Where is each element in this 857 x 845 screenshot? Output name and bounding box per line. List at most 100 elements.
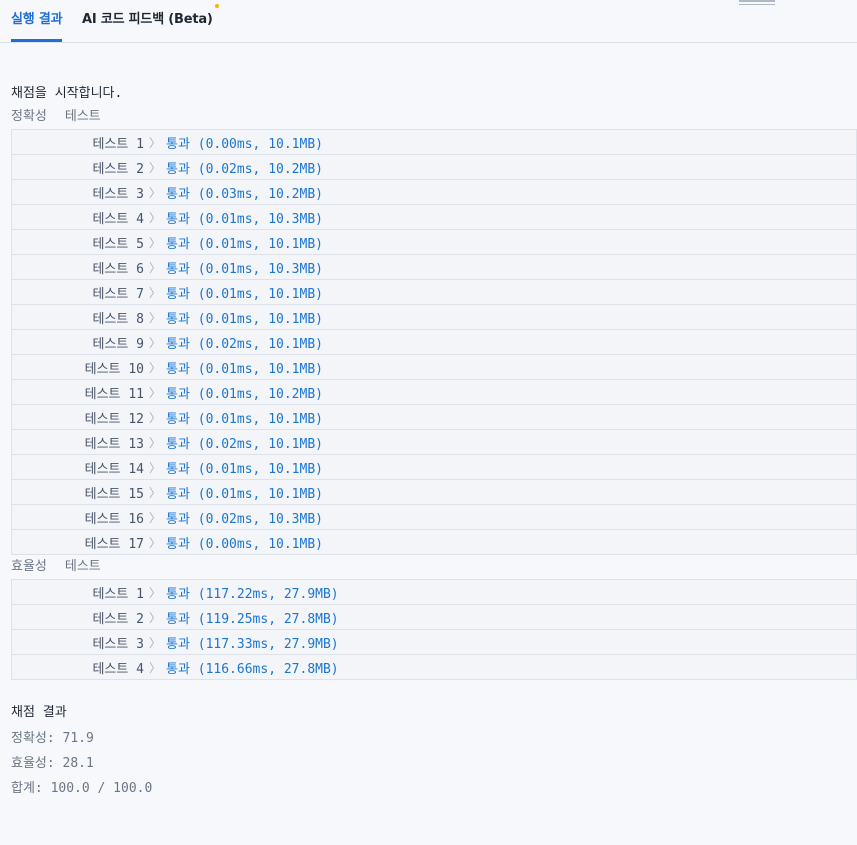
tab-ai-feedback[interactable]: AI 코드 피드백 (Beta) (82, 4, 219, 42)
test-result: 통과 (0.01ms, 10.1MB) (166, 230, 857, 255)
summary-efficiency: 효율성: 28.1 (11, 756, 94, 771)
test-result-row: 테스트 2 〉 통과 (0.02ms, 10.2MB) (11, 155, 857, 180)
test-detail: (0.01ms, 10.1MB) (197, 236, 323, 252)
test-result-row: 테스트 10 〉 통과 (0.01ms, 10.1MB) (11, 355, 857, 380)
test-name: 테스트 3 (92, 636, 144, 652)
test-detail: (0.02ms, 10.1MB) (197, 336, 323, 352)
test-detail: (117.22ms, 27.9MB) (197, 586, 339, 602)
test-name: 테스트 5 (92, 236, 144, 252)
accuracy-label: 정확성 (11, 109, 47, 124)
test-result-row: 테스트 17 〉 통과 (0.00ms, 10.1MB) (12, 530, 857, 555)
test-status: 통과 (166, 411, 190, 427)
tab-run-result[interactable]: 실행 결과 (11, 8, 63, 42)
test-result-row: 테스트 6 〉 통과 (0.01ms, 10.3MB) (11, 255, 857, 280)
test-status: 통과 (166, 586, 190, 602)
test-detail: (0.01ms, 10.1MB) (197, 361, 323, 377)
test-result-row: 테스트 16 〉 통과 (0.02ms, 10.3MB) (11, 505, 857, 530)
grading-summary: 채점 결과 정확성: 71.9 효율성: 28.1 합계: 100.0 / 10… (0, 700, 857, 801)
test-status: 통과 (166, 461, 190, 477)
test-result-row: 테스트 5 〉 통과 (0.01ms, 10.1MB) (11, 230, 857, 255)
test-result-row: 테스트 13 〉 통과 (0.02ms, 10.1MB) (11, 430, 857, 455)
test-result-row: 테스트 4 〉 통과 (116.66ms, 27.8MB) (12, 655, 857, 680)
test-status: 통과 (166, 636, 190, 652)
chevron-right-icon: 〉 (148, 185, 161, 200)
chevron-right-icon: 〉 (148, 635, 161, 650)
test-name: 테스트 2 (92, 161, 144, 177)
test-name: 테스트 1 (92, 136, 144, 152)
test-name: 테스트 17 (84, 536, 144, 552)
chevron-right-icon: 〉 (148, 485, 161, 500)
summary-total: 합계: 100.0 / 100.0 (11, 781, 153, 796)
test-status: 통과 (166, 286, 190, 302)
test-detail: (0.01ms, 10.1MB) (197, 311, 323, 327)
beta-dot-icon (214, 4, 219, 8)
test-result: 통과 (119.25ms, 27.8MB) (166, 605, 857, 630)
test-detail: (0.00ms, 10.1MB) (197, 136, 323, 152)
chevron-right-icon: 〉 (148, 585, 161, 600)
test-name: 테스트 6 (92, 261, 144, 277)
drag-handle-icon[interactable] (739, 0, 775, 6)
chevron-right-icon: 〉 (148, 235, 161, 250)
test-detail: (0.00ms, 10.1MB) (197, 536, 323, 552)
test-detail: (0.02ms, 10.2MB) (197, 161, 323, 177)
test-detail: (0.01ms, 10.1MB) (197, 286, 323, 302)
tab-ai-feedback-label: AI 코드 피드백 (Beta) (82, 12, 213, 27)
test-name: 테스트 16 (84, 511, 144, 527)
test-result-row: 테스트 1 〉 통과 (0.00ms, 10.1MB) (11, 130, 857, 155)
test-detail: (0.01ms, 10.1MB) (197, 461, 323, 477)
chevron-right-icon: 〉 (148, 260, 161, 275)
test-status: 통과 (166, 261, 190, 277)
test-status: 통과 (166, 361, 190, 377)
test-name: 테스트 2 (92, 611, 144, 627)
chevron-right-icon: 〉 (148, 610, 161, 625)
chevron-right-icon: 〉 (148, 410, 161, 425)
test-detail: (0.01ms, 10.1MB) (197, 411, 323, 427)
chevron-right-icon: 〉 (148, 360, 161, 375)
test-result: 통과 (116.66ms, 27.8MB) (166, 655, 857, 680)
test-status: 통과 (166, 311, 190, 327)
test-detail: (0.01ms, 10.3MB) (197, 211, 323, 227)
accuracy-sub: 테스트 (64, 109, 101, 124)
chevron-right-icon: 〉 (148, 385, 161, 400)
efficiency-results-table: 테스트 1 〉 통과 (117.22ms, 27.9MB) 테스트 2 〉 통과 (119… (11, 579, 857, 680)
test-result: 통과 (0.02ms, 10.3MB) (166, 505, 857, 530)
test-name: 테스트 8 (92, 311, 144, 327)
chevron-right-icon: 〉 (148, 435, 161, 450)
test-status: 통과 (166, 186, 190, 202)
chevron-right-icon: 〉 (148, 660, 161, 675)
test-name: 테스트 15 (84, 486, 144, 502)
summary-accuracy: 정확성: 71.9 (11, 731, 94, 746)
chevron-right-icon: 〉 (148, 460, 161, 475)
test-result: 통과 (0.03ms, 10.2MB) (166, 180, 857, 205)
test-status: 통과 (166, 136, 190, 152)
test-result: 통과 (0.02ms, 10.1MB) (166, 430, 857, 455)
test-result-row: 테스트 8 〉 통과 (0.01ms, 10.1MB) (11, 305, 857, 330)
efficiency-section-label: 효율성 테스트 (0, 555, 857, 579)
test-status: 통과 (166, 661, 190, 677)
test-result: 통과 (0.01ms, 10.2MB) (166, 380, 857, 405)
chevron-right-icon: 〉 (148, 535, 161, 550)
test-result: 통과 (0.01ms, 10.3MB) (166, 205, 857, 230)
test-name: 테스트 1 (92, 586, 144, 602)
chevron-right-icon: 〉 (148, 160, 161, 175)
test-name: 테스트 11 (84, 386, 144, 402)
chevron-right-icon: 〉 (148, 510, 161, 525)
test-detail: (0.01ms, 10.3MB) (197, 261, 323, 277)
test-status: 통과 (166, 611, 190, 627)
chevron-right-icon: 〉 (148, 310, 161, 325)
test-result: 통과 (0.01ms, 10.1MB) (166, 455, 857, 480)
test-name: 테스트 14 (84, 461, 144, 477)
test-detail: (0.03ms, 10.2MB) (197, 186, 323, 202)
test-result-row: 테스트 15 〉 통과 (0.01ms, 10.1MB) (11, 480, 857, 505)
test-name: 테스트 7 (92, 286, 144, 302)
test-result: 통과 (117.22ms, 27.9MB) (166, 580, 857, 605)
test-result-row: 테스트 9 〉 통과 (0.02ms, 10.1MB) (11, 330, 857, 355)
test-status: 통과 (166, 536, 190, 552)
efficiency-label: 효율성 (11, 559, 47, 574)
test-result: 통과 (0.00ms, 10.1MB) (166, 130, 857, 155)
test-result: 통과 (0.02ms, 10.2MB) (166, 155, 857, 180)
chevron-right-icon: 〉 (148, 285, 161, 300)
test-name: 테스트 9 (92, 336, 144, 352)
test-status: 통과 (166, 511, 190, 527)
test-result-row: 테스트 12 〉 통과 (0.01ms, 10.1MB) (11, 405, 857, 430)
